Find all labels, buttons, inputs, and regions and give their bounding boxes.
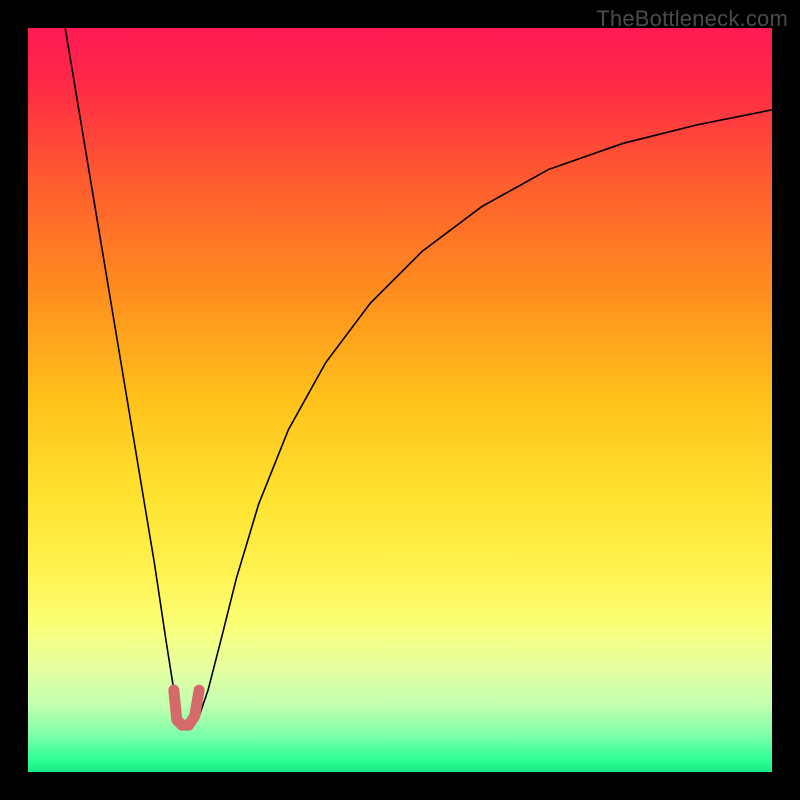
chart-frame: TheBottleneck.com (0, 0, 800, 800)
series-minimum-marker (174, 690, 199, 725)
curve-layer (28, 28, 772, 772)
plot-area (28, 28, 772, 772)
series-bottleneck-curve (65, 28, 772, 724)
watermark-text: TheBottleneck.com (596, 6, 788, 32)
